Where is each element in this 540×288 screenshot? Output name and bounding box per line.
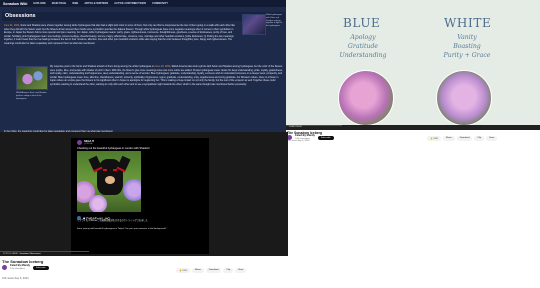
shadow-eye xyxy=(103,169,107,171)
paragraph-2-intro: My response post to the Sonic and Shadow… xyxy=(50,65,156,68)
screenshot-collage: Sonadow Wiki EXPLORE MAIN PAGE WEB ARTIC… xyxy=(0,0,540,288)
like-button[interactable]: 👍 2.5K xyxy=(427,136,441,141)
avatar xyxy=(77,140,82,145)
view-count-date: 31K views Sep 6, 2024 xyxy=(287,140,310,142)
thumbnail-caption: SEGA America Sonic and Shadow plushies s… xyxy=(16,92,47,100)
meaning-item: Vanity xyxy=(457,34,477,41)
tweet-screenshot: SEGA ❤ @SEGA Checking out the beautiful … xyxy=(71,138,209,254)
paragraph-1: June 21, 2024, Sonic and Shadow were sho… xyxy=(4,24,236,60)
like-count: 2.5K xyxy=(433,138,438,140)
date-link[interactable]: June 23, 2024 xyxy=(155,65,170,68)
date-link[interactable]: June 21, 2024 xyxy=(4,24,19,27)
paragraph-2-text: , SEGA America also took a photo with So… xyxy=(50,65,283,86)
tweet-text: Checking out the beautiful hydrangeas in… xyxy=(77,147,150,150)
wiki-topbar: Sonadow Wiki EXPLORE MAIN PAGE WEB ARTIC… xyxy=(0,0,287,7)
subscribe-button[interactable]: Subscribe xyxy=(317,135,334,140)
hydrangea-bloom xyxy=(123,179,141,201)
video-player[interactable]: SEGA ❤ @SEGA Checking out the beautiful … xyxy=(0,132,288,256)
like-button[interactable]: 👍 2.1K xyxy=(176,268,190,273)
wiki-nav-community[interactable]: COMMUNITY xyxy=(152,2,168,5)
youtube-panel-tweet: SEGA ❤ @SEGA Checking out the beautiful … xyxy=(0,132,288,288)
thumbnail-caption: White hydrangeas with Sonic and Shadow w… xyxy=(266,14,283,28)
action-row: 👍 2.5K Share Download Clip Save xyxy=(427,136,498,141)
time-display: 17:13 / 1:09:09 · Sonadow Obsessions xyxy=(3,252,41,255)
slide-heading-blue: BLUE xyxy=(343,16,381,30)
section-title: Obsessions xyxy=(5,13,36,19)
slide-heading-white: WHITE xyxy=(444,16,492,30)
save-button[interactable]: Save xyxy=(486,136,498,141)
time-display: 10:58 / 20:41 xyxy=(289,126,302,128)
subscriber-count: 2.9K subscribers xyxy=(10,267,25,270)
channel-row: Fated By Mandy 2.9K subscribers Subscrib… xyxy=(2,264,49,271)
reply-text: リプライ先 @SEGA この画像は幅が広すぎるのでトリミングされました xyxy=(77,220,148,222)
shadow-quill xyxy=(116,155,131,173)
tweet-handle: @SEGA xyxy=(84,143,93,145)
paragraph-1-text: , Sonic and Shadow were shown together a… xyxy=(4,24,235,45)
wiki-brand[interactable]: Sonadow Wiki xyxy=(3,2,27,6)
download-button[interactable]: Download xyxy=(456,136,473,141)
avatar[interactable] xyxy=(2,265,7,271)
white-meanings: Vanity Boasting Purity + Grace xyxy=(427,34,507,60)
player-controls: 10:58 / 20:41 xyxy=(286,125,540,130)
download-button[interactable]: Download xyxy=(205,268,222,273)
reply-text: Sonic posing with beautiful hydrangeas i… xyxy=(77,228,167,230)
wiki-nav-article-writers[interactable]: ARTICLE WRITERS xyxy=(84,2,108,5)
clip-button[interactable]: Clip xyxy=(223,268,234,273)
blue-hydrangea-photo xyxy=(338,70,394,125)
hydrangea-bloom xyxy=(89,195,107,212)
white-hydrangea-photo xyxy=(436,70,492,125)
clip-button[interactable]: Clip xyxy=(474,136,485,141)
meaning-item: Gratitude xyxy=(347,42,379,50)
save-button[interactable]: Save xyxy=(235,268,247,273)
wiki-page: Sonadow Wiki EXPLORE MAIN PAGE WEB ARTIC… xyxy=(0,0,287,138)
share-button[interactable]: Share xyxy=(442,136,455,141)
meaning-item: Understanding xyxy=(339,51,387,59)
blue-meanings: Apology Gratitude Understanding xyxy=(323,34,403,60)
video-player[interactable]: BLUE WHITE Apology Gratitude Understandi… xyxy=(286,0,540,125)
paragraph-2: My response post to the Sonic and Shadow… xyxy=(50,65,284,115)
youtube-panel-slide: BLUE WHITE Apology Gratitude Understandi… xyxy=(286,0,540,144)
wiki-nav-active-contributions[interactable]: ACTIVE CONTRIBUTIONS xyxy=(114,2,146,5)
meaning-item: Purity + Grace xyxy=(443,51,491,59)
shadow-muzzle xyxy=(105,176,115,184)
wiki-nav-web[interactable]: WEB xyxy=(72,2,78,5)
white-hydrangeas-thumbnail[interactable] xyxy=(242,14,266,35)
shadow-plush-photo xyxy=(77,151,141,212)
player-controls: 17:13 / 1:09:09 · Sonadow Obsessions xyxy=(0,251,288,256)
sega-plushies-thumbnail[interactable] xyxy=(16,66,48,90)
subscribe-button[interactable]: Subscribe xyxy=(32,265,49,270)
channel-info: Fated By Mandy 2.9K subscribers xyxy=(10,264,30,270)
wiki-nav-explore[interactable]: EXPLORE xyxy=(33,2,45,5)
like-count: 2.1K xyxy=(182,270,187,272)
view-count-date: 31K views Sep 6, 2024 xyxy=(2,277,29,280)
meaning-item: Apology xyxy=(350,34,376,41)
share-button[interactable]: Share xyxy=(191,268,204,273)
meaning-item: Boasting xyxy=(453,42,481,50)
shadow-eye xyxy=(113,169,117,171)
action-row: 👍 2.1K Share Download Clip Save xyxy=(176,268,247,273)
wiki-nav-main-page[interactable]: MAIN PAGE xyxy=(52,2,67,5)
